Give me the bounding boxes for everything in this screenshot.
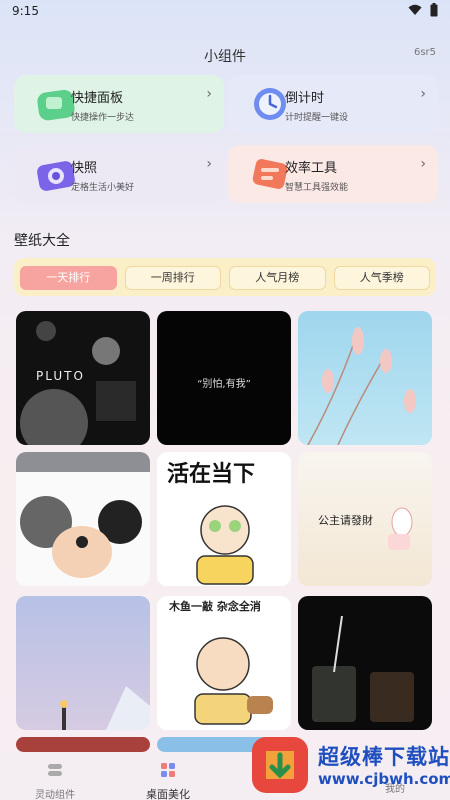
widget-card-quick-panel[interactable]: 快捷面板 快捷操作一步达 › xyxy=(14,75,224,133)
wallpaper-item[interactable]: PLUTO xyxy=(16,311,150,445)
tab-quarterly[interactable]: 人气季榜 xyxy=(333,266,430,290)
nav-item-widgets[interactable]: 灵动组件 xyxy=(0,752,110,800)
tab-daily[interactable]: 一天排行 xyxy=(20,266,117,290)
status-time: 9:15 xyxy=(12,4,39,18)
widget-card-efficiency[interactable]: 效率工具 智慧工具强效能 › xyxy=(228,145,438,203)
wallpaper-text: PLUTO xyxy=(36,369,85,383)
tab-monthly[interactable]: 人气月榜 xyxy=(229,266,326,290)
wallpaper-item[interactable] xyxy=(16,452,150,586)
ranking-tabs: 一天排行 一周排行 人气月榜 人气季榜 xyxy=(14,258,436,296)
wallpaper-item[interactable] xyxy=(16,596,150,730)
tab-weekly[interactable]: 一周排行 xyxy=(124,266,221,290)
watermark-brand: 超级棒下载站 xyxy=(318,745,450,769)
wallpaper-item[interactable]: 活在当下 xyxy=(157,452,291,586)
wifi-icon xyxy=(408,4,422,15)
section-title-wallpaper: 壁纸大全 xyxy=(14,233,70,249)
nav-label: 灵动组件 xyxy=(35,790,75,800)
mouse-artwork xyxy=(16,452,150,578)
wallpaper-item[interactable]: “别怕,有我” xyxy=(157,311,291,445)
widget-name: 快捷面板 xyxy=(71,91,124,106)
desktop-grid-icon xyxy=(161,763,175,777)
widget-desc: 快捷操作一步达 xyxy=(71,113,135,123)
chevron-right-icon: › xyxy=(206,156,212,172)
widget-desc: 智慧工具强效能 xyxy=(285,183,349,193)
widget-card-snapshot[interactable]: 快照 定格生活小美好 › xyxy=(14,145,224,203)
wallpaper-item[interactable]: 公主请發財 xyxy=(298,452,432,586)
wallpaper-item[interactable] xyxy=(298,311,432,445)
nav-label: 桌面美化 xyxy=(146,788,190,800)
drinks-artwork xyxy=(312,615,414,722)
nav-item-desktop-beautify[interactable]: 桌面美化 xyxy=(113,752,223,800)
version-label: 6sr5 xyxy=(413,47,436,58)
bunny-artwork xyxy=(388,507,413,550)
wallpaper-item[interactable] xyxy=(298,596,432,730)
widget-name: 倒计时 xyxy=(285,91,325,106)
download-arrow-icon xyxy=(266,751,294,779)
watermark-logo xyxy=(252,737,308,793)
widget-name: 效率工具 xyxy=(285,161,338,176)
page-title: 小组件 xyxy=(204,49,246,65)
battery-icon xyxy=(430,3,438,17)
monk-artwork xyxy=(194,637,273,725)
chevron-right-icon: › xyxy=(420,156,426,172)
status-bar: 9:15 xyxy=(0,0,450,22)
wallpaper-text: “别怕,有我” xyxy=(197,379,251,390)
chevron-right-icon: › xyxy=(206,86,212,102)
chevron-right-icon: › xyxy=(420,86,426,102)
wallpaper-item[interactable] xyxy=(16,737,150,752)
status-icons xyxy=(408,3,438,17)
widget-card-countdown[interactable]: 倒计时 计时提醒一键设 › xyxy=(228,75,438,133)
wallpaper-item[interactable]: 木鱼一敲 杂念全消 xyxy=(157,596,291,730)
widgets-toggle-icon xyxy=(48,764,62,776)
character-artwork xyxy=(196,505,254,585)
widget-name: 快照 xyxy=(71,161,98,176)
widget-desc: 定格生活小美好 xyxy=(71,183,135,193)
grass-artwork xyxy=(307,327,416,445)
snowy-house-artwork xyxy=(60,686,150,730)
watermark-url: www.cjbwh.com xyxy=(318,770,450,788)
widget-desc: 计时提醒一键设 xyxy=(285,113,349,123)
